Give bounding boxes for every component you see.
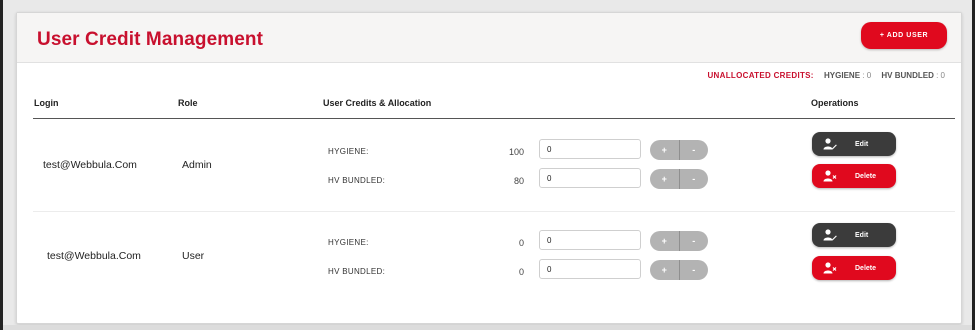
decrement-button[interactable]: -	[678, 169, 709, 189]
delete-user-button[interactable]: Delete	[812, 256, 896, 280]
hygiene-stepper: + -	[650, 140, 708, 160]
edit-user-button[interactable]: Edit	[812, 132, 896, 156]
summary-hv-bundled-value: : 0	[936, 71, 945, 80]
page-title: User Credit Management	[37, 29, 264, 50]
credit-count-hv-bundled: 0	[518, 267, 524, 277]
user-remove-icon	[823, 170, 837, 182]
hv-bundled-stepper: + -	[650, 169, 708, 189]
edit-button-label: Edit	[855, 140, 869, 148]
hygiene-allocation-input[interactable]	[539, 230, 641, 250]
allocation-label-hygiene: HYGIENE:	[328, 147, 369, 156]
hv-bundled-allocation-input[interactable]	[539, 259, 641, 279]
bottom-strip	[3, 325, 972, 330]
user-edit-icon	[823, 229, 837, 241]
delete-user-button[interactable]: Delete	[812, 164, 896, 188]
unallocated-credits-label: UNALLOCATED CREDITS:	[707, 71, 814, 80]
credit-count-hygiene: 100	[508, 147, 524, 157]
delete-button-label: Delete	[855, 172, 877, 180]
allocation-label-hv-bundled: HV BUNDLED:	[328, 176, 386, 185]
login-cell: test@Webbula.Com	[43, 159, 137, 171]
credit-count-hygiene: 0	[518, 238, 524, 248]
credit-count-hv-bundled: 80	[513, 176, 524, 186]
edit-button-label: Edit	[855, 231, 869, 239]
decrement-button[interactable]: -	[678, 260, 709, 280]
hv-bundled-allocation-input[interactable]	[539, 168, 641, 188]
decrement-button[interactable]: -	[678, 231, 709, 251]
delete-button-label: Delete	[855, 264, 877, 272]
increment-button[interactable]: +	[650, 140, 679, 160]
hygiene-stepper: + -	[650, 231, 708, 251]
decrement-button[interactable]: -	[678, 140, 709, 160]
column-header-role: Role	[178, 98, 198, 108]
login-cell: test@Webbula.Com	[47, 250, 141, 262]
unallocated-credits-summary: UNALLOCATED CREDITS: HYGIENE : 0 HV BUND…	[17, 71, 945, 80]
panel-header: User Credit Management + ADD USER	[17, 13, 961, 63]
role-cell: Admin	[182, 159, 212, 171]
summary-hygiene-value: : 0	[862, 71, 872, 80]
edit-user-button[interactable]: Edit	[812, 223, 896, 247]
hv-bundled-stepper: + -	[650, 260, 708, 280]
hygiene-allocation-input[interactable]	[539, 139, 641, 159]
summary-hygiene-label: HYGIENE	[824, 71, 861, 80]
summary-hv-bundled-label: HV BUNDLED	[881, 71, 934, 80]
increment-button[interactable]: +	[650, 169, 679, 189]
user-edit-icon	[823, 138, 837, 150]
add-user-button[interactable]: + ADD USER	[861, 22, 947, 49]
user-remove-icon	[823, 262, 837, 274]
increment-button[interactable]: +	[650, 260, 679, 280]
column-header-credits: User Credits & Allocation	[323, 98, 432, 108]
column-header-login: Login	[34, 98, 59, 108]
user-credit-panel: User Credit Management + ADD USER UNALLO…	[16, 12, 962, 324]
summary-hv-bundled: HV BUNDLED : 0	[881, 71, 945, 80]
summary-hygiene: HYGIENE : 0	[824, 71, 871, 80]
role-cell: User	[182, 250, 205, 262]
column-header-operations: Operations	[811, 98, 859, 108]
increment-button[interactable]: +	[650, 231, 679, 251]
allocation-label-hv-bundled: HV BUNDLED:	[328, 267, 386, 276]
allocation-label-hygiene: HYGIENE:	[328, 238, 369, 247]
header-divider	[33, 118, 955, 119]
row-divider	[33, 211, 955, 212]
